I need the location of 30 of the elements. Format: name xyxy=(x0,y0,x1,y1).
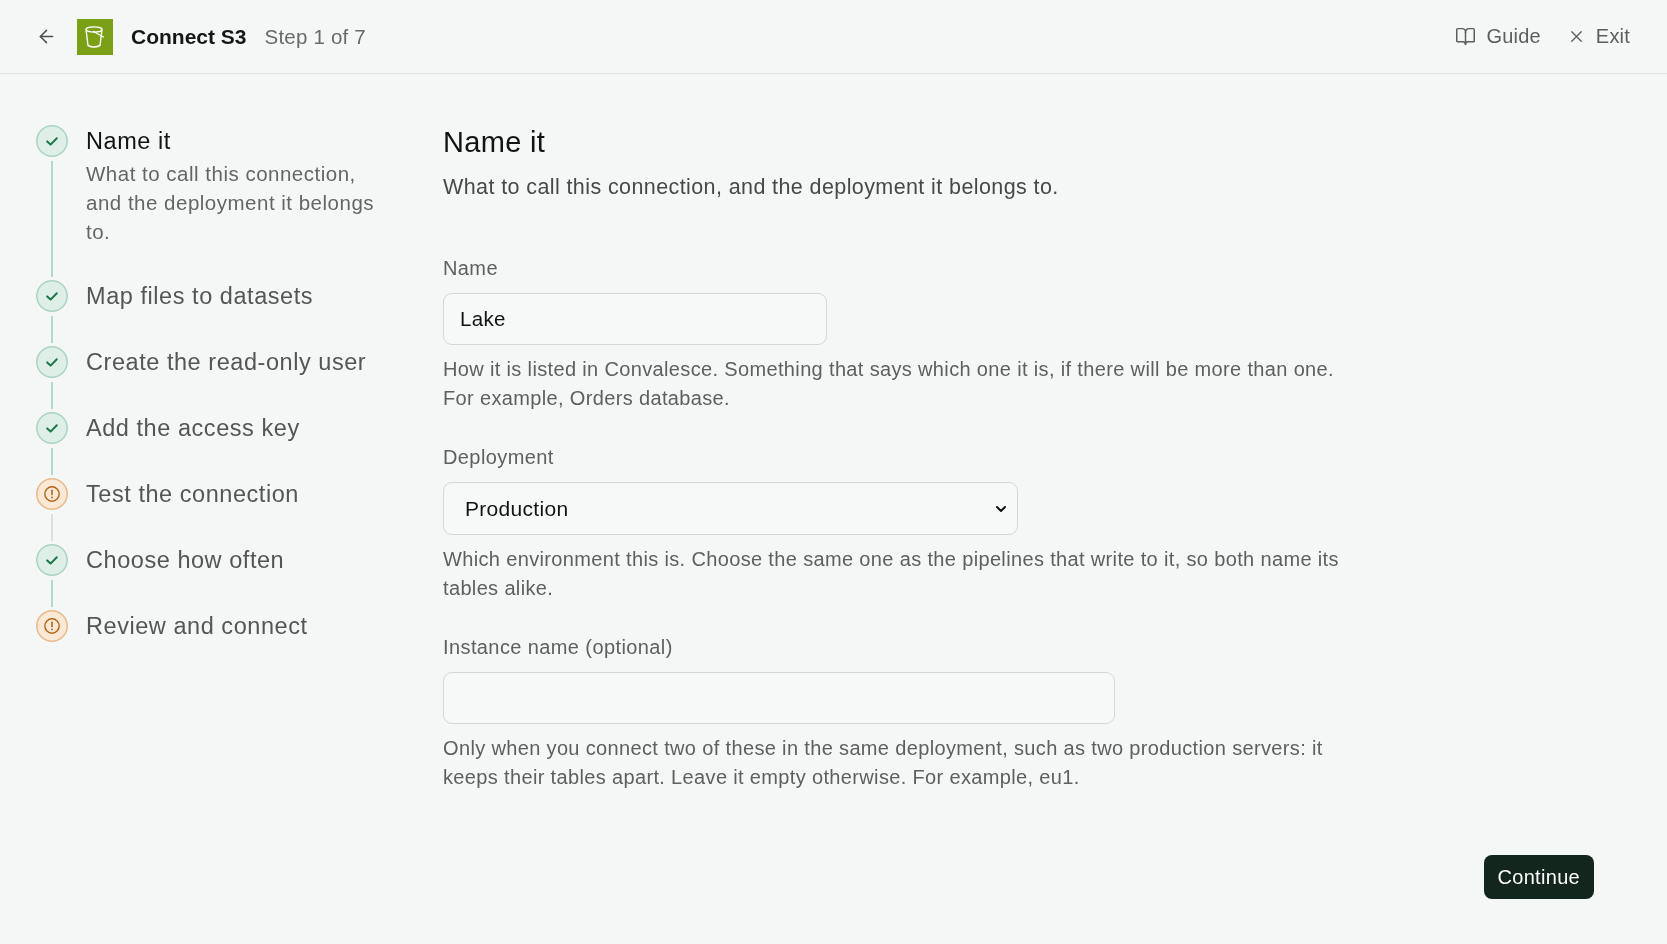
step-link[interactable]: Name it xyxy=(86,125,171,157)
field-label: Name xyxy=(443,256,498,281)
field-help-text: Which environment this is. Choose the same one as the pipelines that write to it, so both name its tables alike. xyxy=(443,547,1340,601)
dropdown-field[interactable]: Production xyxy=(443,482,1018,535)
step-connector xyxy=(51,448,53,475)
step-link[interactable]: Map files to datasets xyxy=(86,280,314,312)
step-counter: Step 1 of 7 xyxy=(264,24,366,49)
continue-button[interactable]: Continue xyxy=(1483,855,1594,899)
field-help-text: How it is listed in Convalesce. Something that says which one it is, if there will be more than one. For example, Orders database. xyxy=(443,357,1335,411)
input-field[interactable]: Lake xyxy=(443,293,827,345)
field-label: Deployment xyxy=(443,445,554,470)
step-link[interactable]: Review and connect xyxy=(86,610,308,642)
step-link[interactable]: Choose how often xyxy=(86,544,285,576)
exit-button[interactable]: Exit xyxy=(1566,25,1630,48)
step-link[interactable]: Add the access key xyxy=(86,412,300,444)
step-connector xyxy=(51,316,53,343)
input-field[interactable] xyxy=(443,672,1115,724)
bucket-logo-icon xyxy=(77,18,113,55)
field-help-text: Only when you connect two of these in the same deployment, such as two production servers: it keeps their tables apart. Leave it empty otherwise. For example, eu1. xyxy=(443,736,1324,790)
step-description: What to call this connection, and the deployment it belongs to. xyxy=(86,161,376,245)
field-label: Instance name (optional) xyxy=(443,635,673,660)
book-icon xyxy=(1455,26,1477,47)
step-link[interactable]: Create the read-only user xyxy=(86,346,367,378)
section-subtitle: What to call this connection, and the deployment it belongs to. xyxy=(443,174,1059,201)
step-connector xyxy=(51,580,53,607)
section-heading: Name it xyxy=(443,125,545,159)
page-title: Connect S3 xyxy=(131,24,247,49)
guide-button[interactable]: Guide xyxy=(1455,25,1541,48)
step-connector xyxy=(51,382,53,409)
step-link[interactable]: Test the connection xyxy=(86,478,299,510)
